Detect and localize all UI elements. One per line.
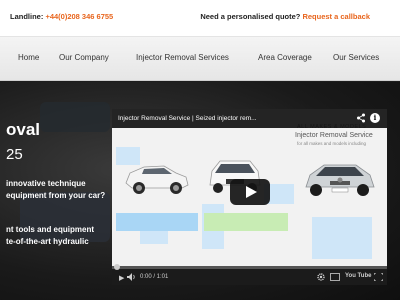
request-callback-link[interactable]: Request a callback xyxy=(302,12,370,21)
landline-info: Landline: +44(0)208 346 6755 xyxy=(10,12,113,21)
main-nav: Home Our Company Injector Removal Servic… xyxy=(0,37,400,81)
coupe-car-image xyxy=(305,164,375,196)
info-icon[interactable]: i xyxy=(370,113,380,123)
top-bar: Landline: +44(0)208 346 6755 Need a pers… xyxy=(0,0,400,37)
hatchback-car-image xyxy=(125,165,189,194)
video-time: 0:00 / 1:01 xyxy=(140,274,169,280)
landline-number[interactable]: +44(0)208 346 6755 xyxy=(45,12,113,21)
volume-icon[interactable] xyxy=(127,273,137,281)
nav-area-coverage[interactable]: Area Coverage xyxy=(258,53,312,62)
nav-our-services[interactable]: Our Services xyxy=(333,53,379,62)
brand-title: Injector Removal Service xyxy=(295,132,373,139)
hero-line-4: te-of-the-art hydraulic xyxy=(6,237,89,246)
video-title[interactable]: Injector Removal Service | Seized inject… xyxy=(118,115,257,122)
share-icon[interactable] xyxy=(356,113,366,123)
hero-line-2: equipment from your car? xyxy=(6,191,106,200)
play-icon[interactable]: ▶ xyxy=(119,274,124,282)
nav-home[interactable]: Home xyxy=(18,53,39,62)
nav-injector-removal-services[interactable]: Injector Removal Services xyxy=(136,53,229,62)
youtube-logo[interactable]: You Tube xyxy=(345,273,371,279)
settings-icon[interactable] xyxy=(316,273,326,281)
hero-line-1: innovative technique xyxy=(6,179,86,188)
quote-text: Need a personalised quote? xyxy=(200,12,301,21)
video-player[interactable]: ALL MAKES & MODELS Injector Removal Serv… xyxy=(112,109,387,285)
landline-label: Landline: xyxy=(10,12,44,21)
captions-icon[interactable] xyxy=(330,273,340,281)
quote-info: Need a personalised quote? Request a cal… xyxy=(200,12,370,21)
nav-our-company[interactable]: Our Company xyxy=(59,53,109,62)
fullscreen-icon[interactable] xyxy=(374,273,383,281)
play-button[interactable] xyxy=(230,179,270,205)
hero-subtitle: 25 xyxy=(6,146,23,163)
progress-knob[interactable] xyxy=(114,264,120,270)
hero-title: oval xyxy=(6,120,41,139)
brand-subtitle: for all makes and models including xyxy=(297,141,367,146)
progress-bar[interactable] xyxy=(112,264,387,270)
video-title-bar: Injector Removal Service | Seized inject… xyxy=(112,109,387,128)
video-controls: ▶ 0:00 / 1:01 You Tube xyxy=(112,264,387,285)
hero-line-3: nt tools and equipment xyxy=(6,225,94,234)
